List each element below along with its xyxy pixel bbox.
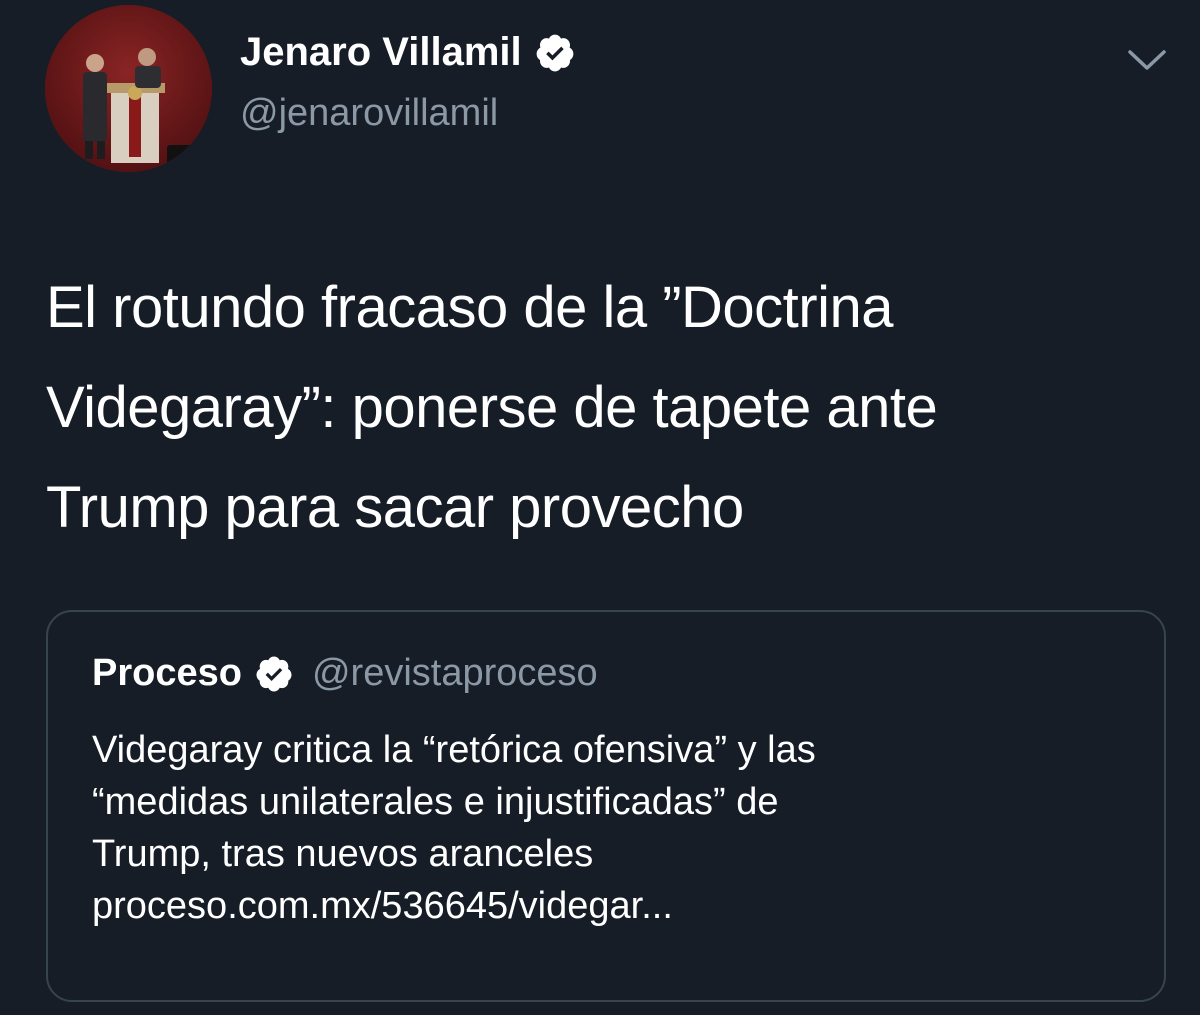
quoted-tweet-card[interactable]: Proceso @revistaproceso Videgaray critic… [46,610,1166,1002]
quoted-text-line: Trump, tras nuevos aranceles [92,833,594,875]
tweet-text-line: Videgaray”: ponerse de tapete ante [46,375,938,440]
quoted-tweet-header: Proceso @revistaproceso [92,652,598,695]
author-name[interactable]: Jenaro Villamil [240,30,576,75]
quoted-text-line: Videgaray critica la “retórica ofensiva”… [92,729,816,771]
quoted-author-handle: @revistaproceso [311,652,598,694]
quoted-author-name: Proceso [92,652,242,694]
tweet-text-line: El rotundo fracaso de la ”Doctrina [46,275,894,340]
author-handle[interactable]: @jenarovillamil [240,92,498,135]
verified-badge-icon [536,34,573,71]
author-name-text: Jenaro Villamil [240,30,522,74]
tweet: Jenaro Villamil @jenarovillamil El rotun… [0,0,1200,1015]
chevron-down-icon[interactable] [1124,42,1170,76]
tweet-text: El rotundo fracaso de la ”Doctrina Videg… [46,258,1156,558]
quoted-link-text[interactable]: proceso.com.mx/536645/videgar... [92,880,1142,932]
verified-badge-icon [256,656,292,691]
tweet-text-line: Trump para sacar provecho [46,475,744,540]
quoted-text-line: “medidas unilaterales e injustificadas” … [92,781,779,823]
quoted-tweet-text: Videgaray critica la “retórica ofensiva”… [92,724,1142,932]
avatar-image [45,5,212,172]
avatar[interactable] [45,5,212,172]
